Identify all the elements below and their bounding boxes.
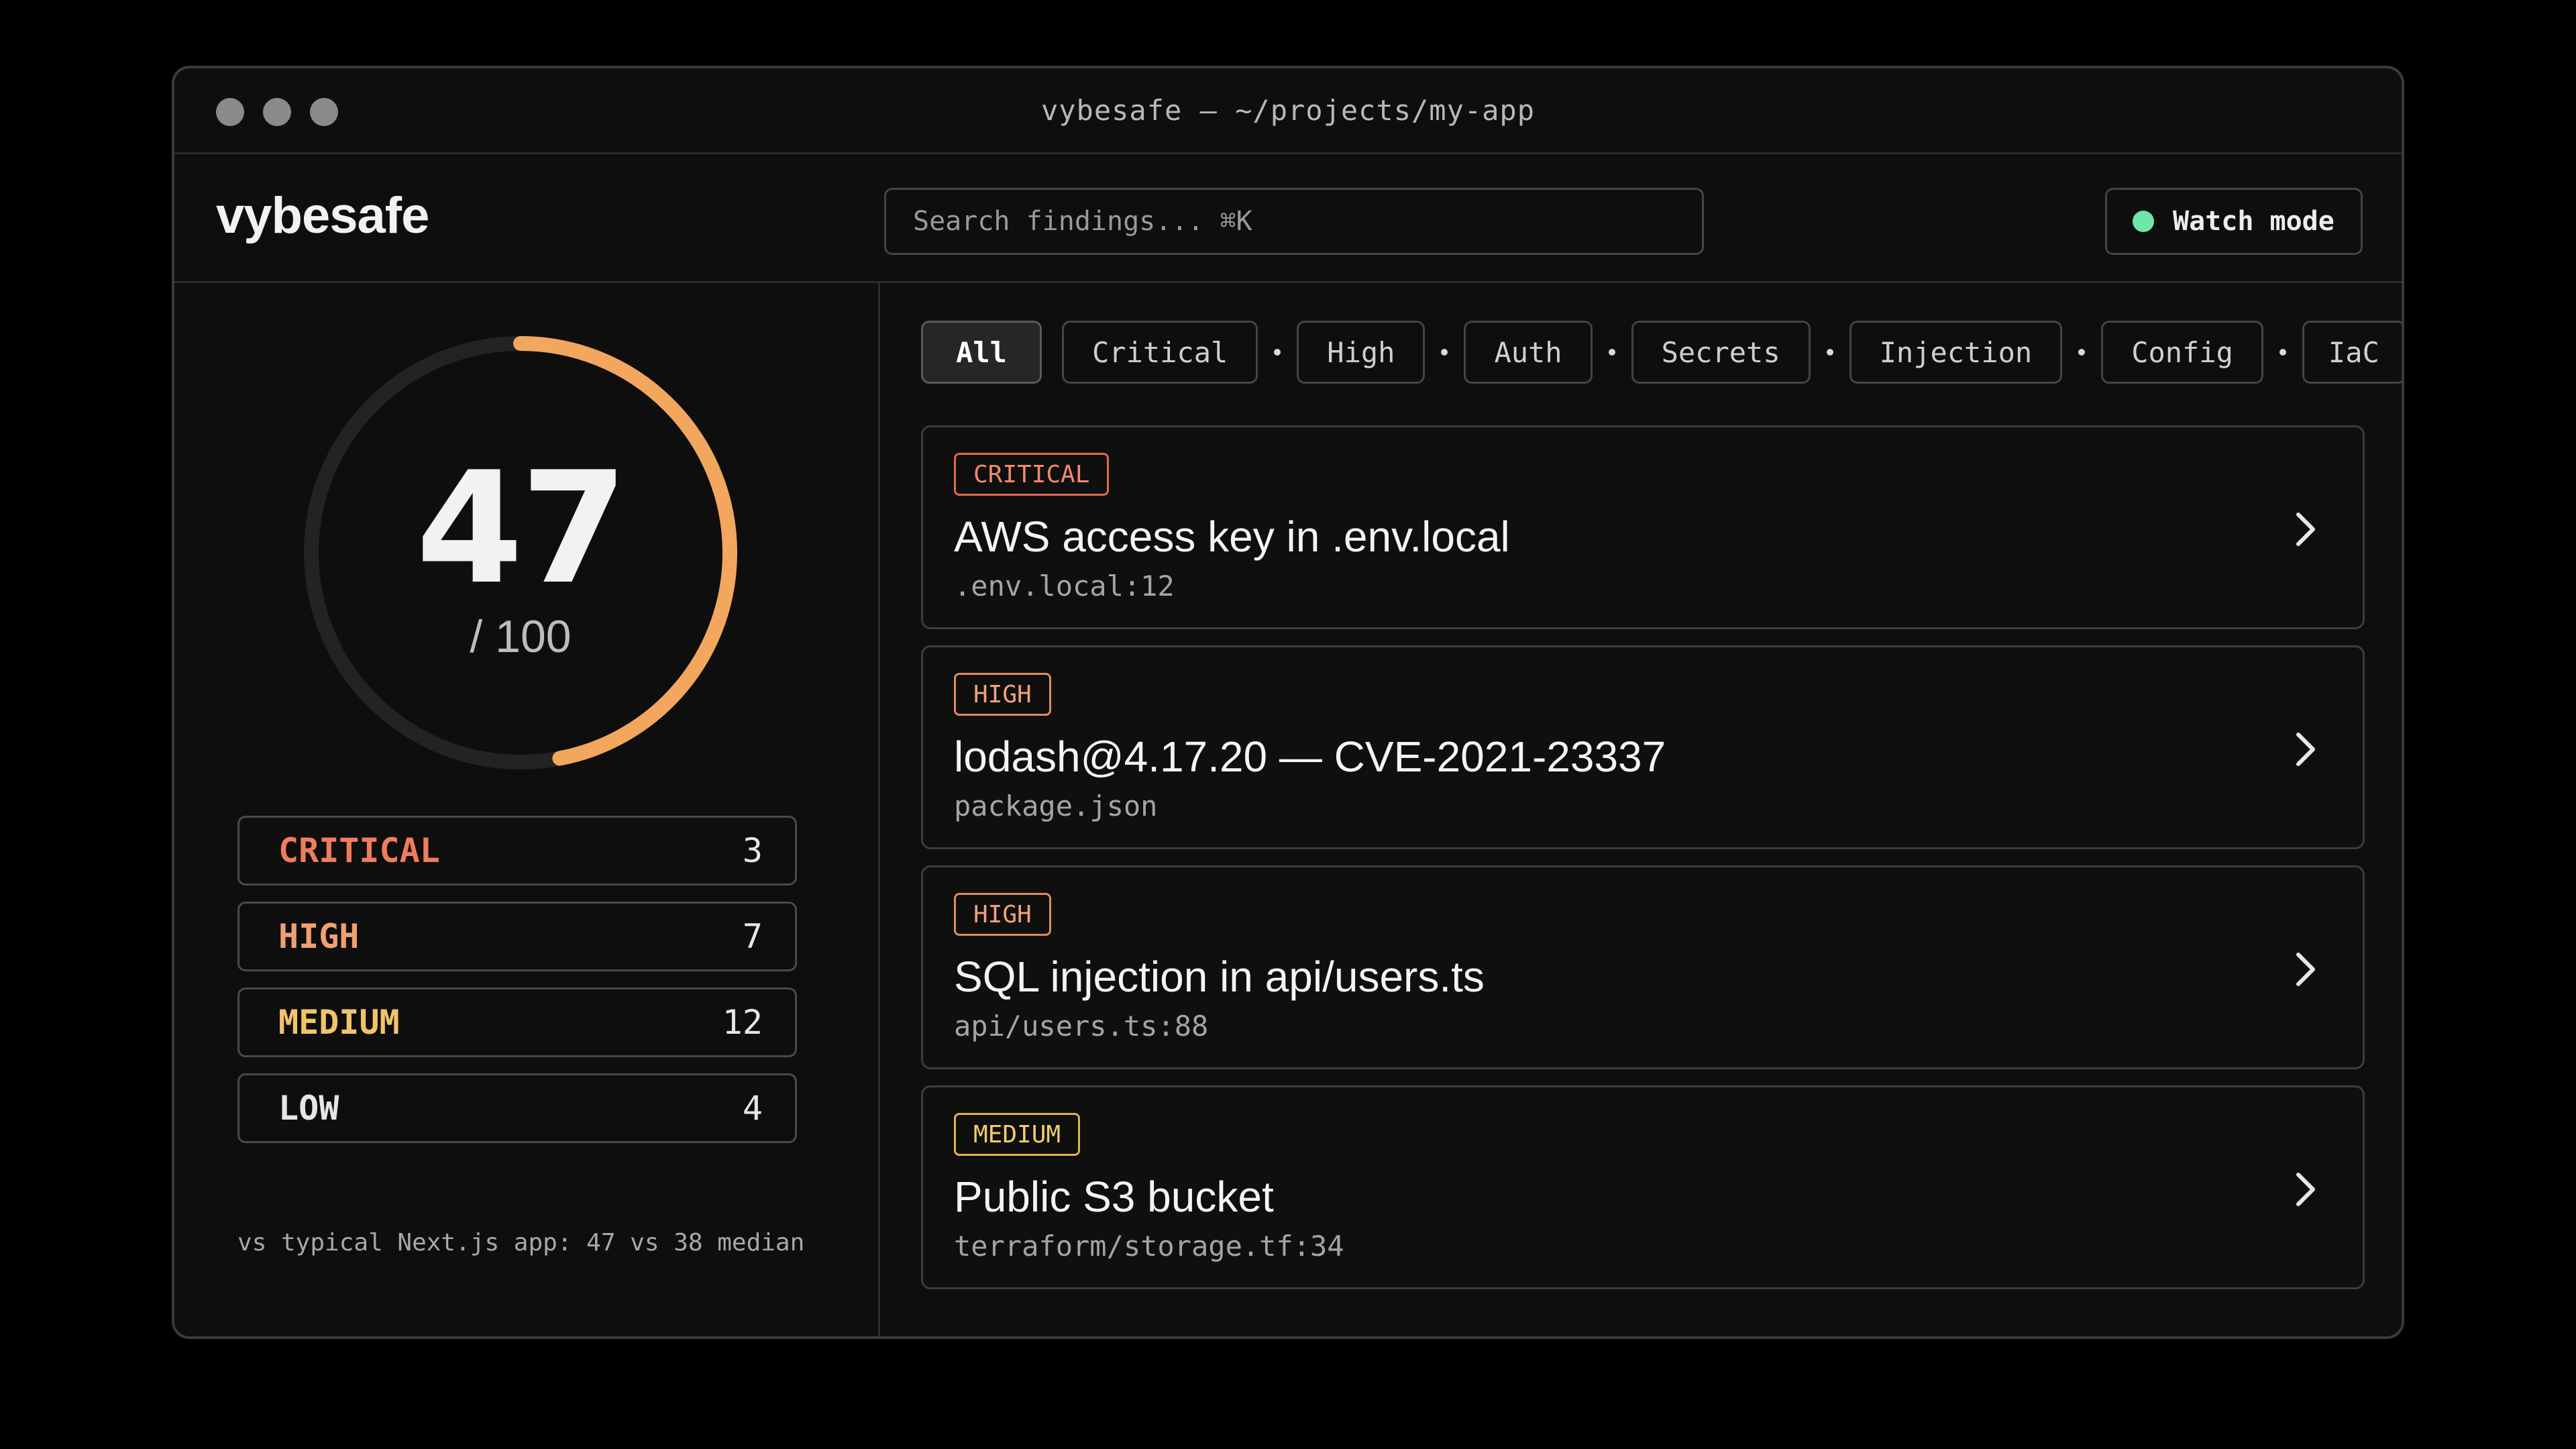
filter-secrets[interactable]: Secrets: [1631, 321, 1811, 384]
filter-separator: [1441, 349, 1448, 356]
chevron-right-icon[interactable]: [2289, 728, 2322, 771]
window-title: vybesafe — ~/projects/my-app: [1040, 94, 1535, 127]
finding-title: AWS access key in .env.local: [954, 513, 1510, 561]
finding-location: terraform/storage.tf:34: [954, 1230, 1344, 1263]
filter-all[interactable]: All: [921, 321, 1042, 384]
severity-label: LOW: [278, 1089, 339, 1128]
status-dot-icon: [2133, 211, 2154, 232]
severity-badge: HIGH: [954, 673, 1051, 716]
close-window-button[interactable]: [216, 98, 244, 126]
severity-row-critical[interactable]: CRITICAL 3: [237, 816, 797, 885]
chevron-right-icon[interactable]: [2289, 1168, 2322, 1211]
window-controls: [216, 98, 338, 126]
search-input[interactable]: Search findings... ⌘K: [884, 188, 1704, 255]
score-value: 47: [415, 439, 628, 619]
title-bar: vybesafe — ~/projects/my-app: [174, 68, 2402, 154]
finding-title: SQL injection in api/users.ts: [954, 953, 1485, 1001]
severity-count: 4: [742, 1089, 763, 1128]
filter-separator: [1608, 349, 1615, 356]
filter-separator: [1274, 349, 1281, 356]
severity-count: 3: [742, 831, 763, 870]
finding-card[interactable]: HIGH SQL injection in api/users.ts api/u…: [921, 865, 2365, 1069]
severity-row-low[interactable]: LOW 4: [237, 1073, 797, 1143]
chevron-right-icon[interactable]: [2289, 948, 2322, 991]
benchmark-comparison: vs typical Next.js app: 47 vs 38 median: [237, 1229, 805, 1256]
score-gauge: 47 / 100: [302, 334, 739, 771]
finding-title: Public S3 bucket: [954, 1173, 1274, 1221]
brand-logo: vybesafe: [216, 187, 429, 244]
severity-count: 7: [742, 917, 763, 956]
app-window: vybesafe — ~/projects/my-app vybesafe Se…: [172, 66, 2404, 1339]
maximize-window-button[interactable]: [310, 98, 338, 126]
severity-count: 12: [722, 1003, 763, 1042]
filter-critical[interactable]: Critical: [1062, 321, 1258, 384]
filter-high[interactable]: High: [1297, 321, 1426, 384]
finding-card[interactable]: MEDIUM Public S3 bucket terraform/storag…: [921, 1085, 2365, 1289]
watch-mode-label: Watch mode: [2173, 206, 2334, 237]
filter-separator: [1826, 349, 1833, 356]
summary-panel: 47 / 100 CRITICAL 3 HIGH 7 MEDIUM 12 LOW…: [174, 283, 880, 1336]
severity-label: CRITICAL: [278, 831, 440, 870]
finding-location: api/users.ts:88: [954, 1010, 1209, 1042]
severity-badge: CRITICAL: [954, 453, 1110, 496]
finding-title: lodash@4.17.20 — CVE-2021-23337: [954, 733, 1666, 781]
filter-separator: [2078, 349, 2086, 356]
filter-separator: [2279, 349, 2286, 356]
filter-auth[interactable]: Auth: [1464, 321, 1593, 384]
filter-iac[interactable]: IaC: [2302, 321, 2402, 384]
filter-config[interactable]: Config: [2101, 321, 2263, 384]
severity-row-medium[interactable]: MEDIUM 12: [237, 987, 797, 1057]
minimize-window-button[interactable]: [263, 98, 291, 126]
severity-label: HIGH: [278, 917, 360, 956]
chevron-right-icon[interactable]: [2289, 508, 2322, 551]
severity-label: MEDIUM: [278, 1003, 400, 1042]
finding-card[interactable]: HIGH lodash@4.17.20 — CVE-2021-23337 pac…: [921, 645, 2365, 849]
finding-card[interactable]: CRITICAL AWS access key in .env.local .e…: [921, 425, 2365, 629]
findings-list: CRITICAL AWS access key in .env.local .e…: [921, 425, 2365, 1305]
severity-badge: HIGH: [954, 893, 1051, 936]
watch-mode-button[interactable]: Watch mode: [2105, 188, 2363, 255]
filter-tabs: All Critical High Auth Secrets Injection…: [921, 321, 2402, 384]
finding-location: package.json: [954, 790, 1158, 822]
finding-location: .env.local:12: [954, 570, 1175, 602]
app-header: vybesafe Search findings... ⌘K Watch mod…: [174, 154, 2402, 283]
findings-panel: All Critical High Auth Secrets Injection…: [882, 283, 2402, 1336]
severity-badge: MEDIUM: [954, 1113, 1081, 1156]
severity-row-high[interactable]: HIGH 7: [237, 902, 797, 971]
filter-injection[interactable]: Injection: [1849, 321, 2063, 384]
severity-summary: CRITICAL 3 HIGH 7 MEDIUM 12 LOW 4: [237, 816, 797, 1159]
score-max: / 100: [470, 611, 572, 662]
